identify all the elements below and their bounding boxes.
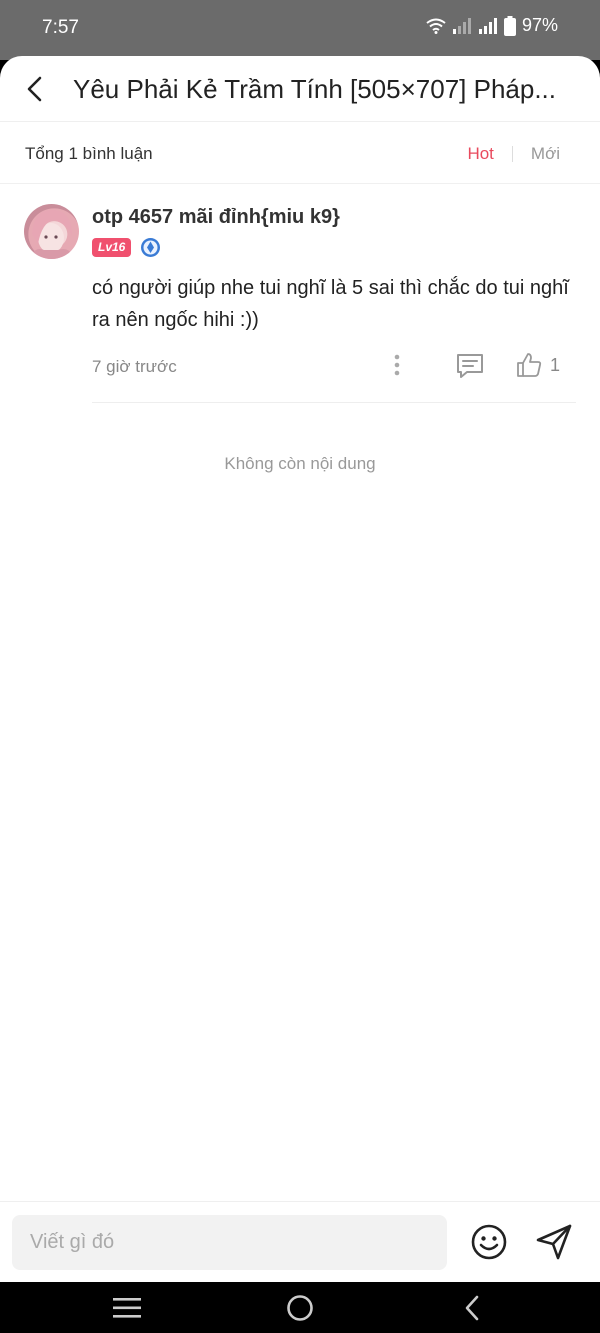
sort-divider — [511, 146, 513, 162]
signal-weak-icon — [452, 17, 471, 34]
home-circle-icon — [287, 1295, 313, 1321]
comment-time: 7 giờ trước — [92, 357, 177, 376]
comment-text: có người giúp nhe tui nghĩ là 5 sai thì … — [92, 277, 569, 331]
menu-icon — [113, 1298, 141, 1318]
back-button[interactable] — [18, 72, 52, 106]
status-time: 7:57 — [42, 17, 79, 38]
status-bar: 7:57 97% — [0, 0, 600, 60]
battery-level: 97% — [521, 15, 558, 35]
home-button[interactable] — [280, 1290, 320, 1326]
like-count: 1 — [550, 354, 561, 375]
system-back-button[interactable] — [452, 1290, 492, 1326]
signal-icon — [478, 17, 497, 34]
back-chevron-icon — [465, 1295, 479, 1321]
comments-toolbar: Tổng 1 bình luận Hot Mới — [0, 122, 600, 184]
page-title: Yêu Phải Kẻ Trầm Tính [505×707] Pháp... — [73, 74, 557, 104]
end-of-list-message: Không còn nội dung — [224, 454, 376, 473]
comments-sheet: Yêu Phải Kẻ Trầm Tính [505×707] Pháp... … — [0, 56, 600, 1282]
send-icon[interactable] — [534, 1222, 574, 1262]
chevron-left-icon — [27, 76, 42, 102]
thumbs-up-icon — [517, 353, 542, 377]
comment-username[interactable]: otp 4657 mãi đỉnh{miu k9} — [92, 206, 340, 229]
level-badge: Lv16 — [92, 238, 132, 257]
emoji-icon[interactable] — [470, 1223, 508, 1261]
more-vertical-icon — [394, 354, 400, 376]
comment-count: Tổng 1 bình luận — [25, 144, 153, 163]
like-button[interactable]: 1 — [516, 350, 566, 380]
comment-divider — [92, 402, 576, 403]
wifi-icon — [426, 18, 446, 34]
battery-icon — [503, 15, 516, 36]
system-nav-bar — [0, 1282, 600, 1333]
avatar[interactable] — [24, 204, 79, 259]
reply-comment-icon[interactable] — [455, 352, 485, 380]
comment-input-bar — [0, 1201, 600, 1282]
sort-hot-tab[interactable]: Hot — [467, 144, 493, 164]
recent-apps-button[interactable] — [107, 1290, 147, 1326]
sort-tabs: Hot Mới — [467, 144, 560, 164]
header: Yêu Phải Kẻ Trầm Tính [505×707] Pháp... — [0, 56, 600, 122]
sort-new-tab[interactable]: Mới — [531, 144, 560, 164]
verified-badge-icon — [141, 238, 160, 257]
status-icons: 97% — [426, 15, 558, 36]
more-options-button[interactable] — [386, 350, 408, 380]
comment-input[interactable] — [12, 1215, 447, 1270]
avatar-image — [30, 210, 74, 259]
